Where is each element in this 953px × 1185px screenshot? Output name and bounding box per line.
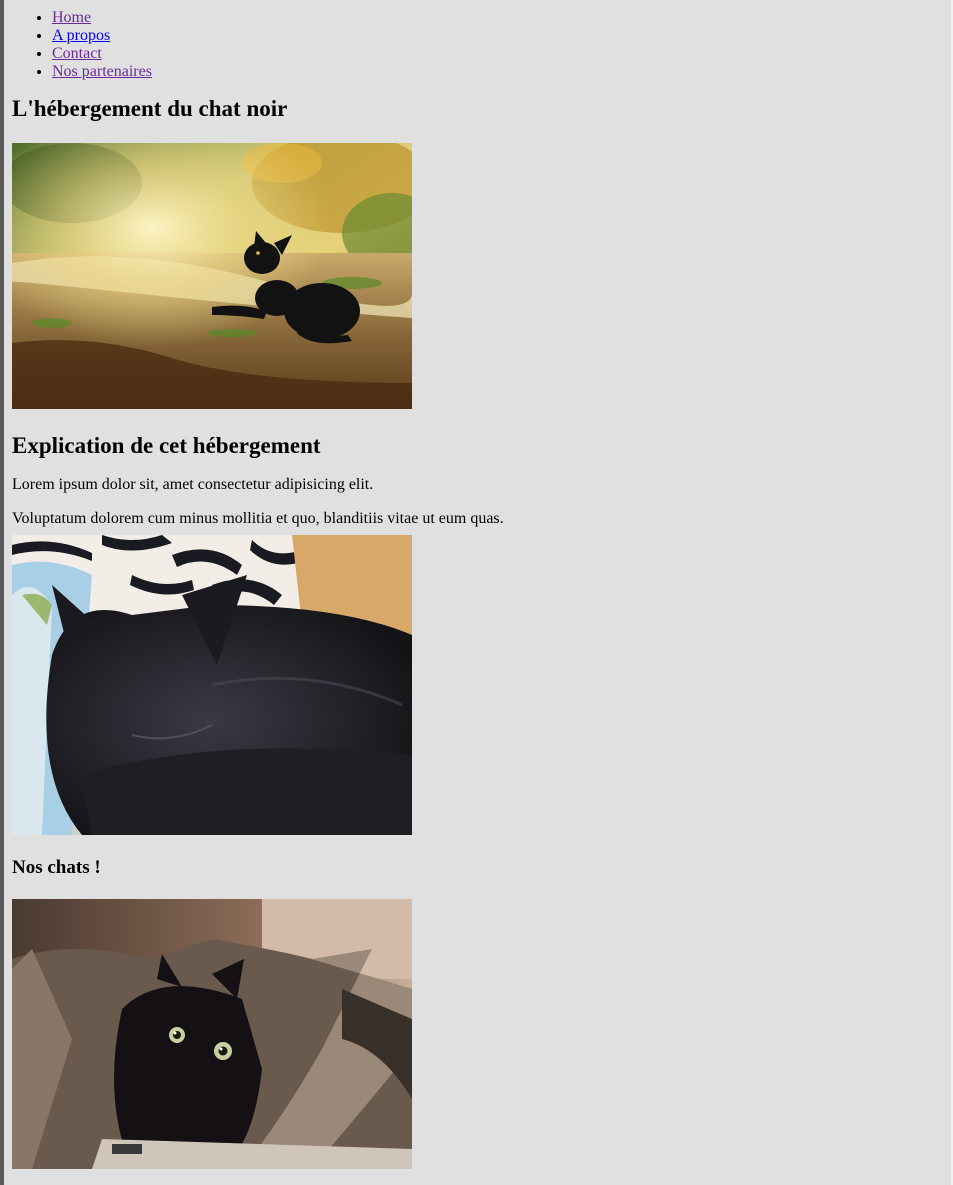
nav-link-partners[interactable]: Nos partenaires: [52, 63, 152, 80]
nav-item-contact: Contact: [52, 45, 953, 63]
nav-item-home: Home: [52, 9, 953, 27]
paragraph-1: Lorem ipsum dolor sit, amet consectetur …: [12, 476, 374, 493]
paragraph-2: Voluptatum dolorem cum minus mollitia et…: [12, 510, 504, 527]
main-navigation: Home A propos Contact Nos partenaires: [12, 0, 953, 81]
cat-bag-image: [12, 899, 412, 1169]
page-content: Home A propos Contact Nos partenaires L'…: [0, 0, 953, 1169]
section-title: Explication de cet hébergement: [12, 433, 321, 458]
nav-link-about[interactable]: A propos: [52, 27, 110, 44]
nav-item-partners: Nos partenaires: [52, 63, 953, 81]
nav-item-about: A propos: [52, 27, 953, 45]
nav-link-home[interactable]: Home: [52, 9, 91, 26]
black-cat-sleeping-on-blanket-photo-icon: [12, 535, 412, 835]
cat-sleeping-image: [12, 535, 412, 835]
cats-section-title: Nos chats !: [12, 857, 101, 878]
page-title: L'hébergement du chat noir: [12, 96, 288, 121]
black-cat-in-paper-bag-photo-icon: [12, 899, 412, 1169]
cat-garden-image: [12, 143, 412, 409]
black-cat-in-sunlit-garden-photo-icon: [12, 143, 412, 409]
window-edge-left: [0, 0, 4, 1185]
nav-link-contact[interactable]: Contact: [52, 45, 102, 62]
